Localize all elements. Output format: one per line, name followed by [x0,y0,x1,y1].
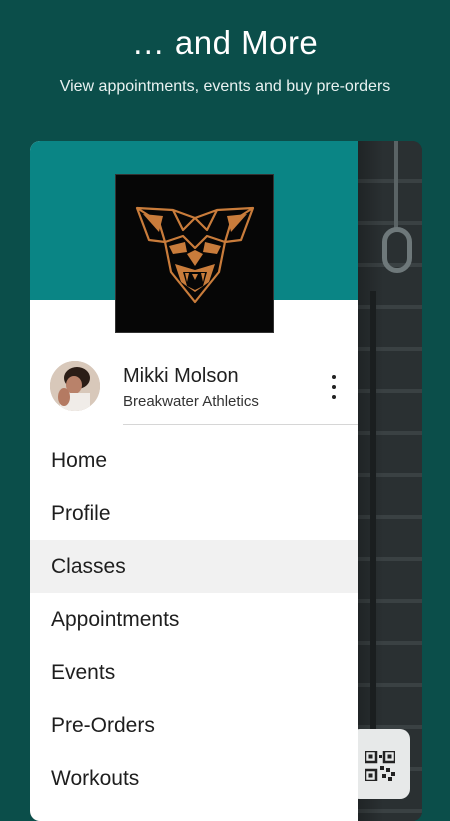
menu-item-profile[interactable]: Profile [30,487,358,540]
promo-subtitle: View appointments, events and buy pre-or… [59,78,391,95]
background-rope [394,141,398,231]
avatar [50,361,100,411]
user-gym-name: Breakwater Athletics [123,393,259,410]
menu-item-home[interactable]: Home [30,434,358,487]
phone-screen: Mikki Molson Breakwater Athletics Home P… [30,141,422,821]
menu-item-workouts[interactable]: Workouts [30,752,358,805]
gym-background-image [358,141,422,821]
drawer-menu: Home Profile Classes Appointments Events… [30,434,358,805]
more-vertical-icon[interactable] [324,375,344,399]
menu-item-events[interactable]: Events [30,646,358,699]
menu-item-pre-orders[interactable]: Pre-Orders [30,699,358,752]
background-post [370,291,376,761]
cougar-head-logo [135,206,254,303]
user-name: Mikki Molson [123,365,239,387]
qr-code-icon [365,751,395,781]
qr-code-button[interactable] [350,729,410,799]
background-gym-ring [382,227,412,273]
menu-item-classes[interactable]: Classes [30,540,358,593]
gym-logo [115,174,274,333]
navigation-drawer: Mikki Molson Breakwater Athletics Home P… [30,141,358,821]
divider [123,424,358,425]
menu-item-appointments[interactable]: Appointments [30,593,358,646]
promo-headline: … and More [131,24,319,61]
user-account-row[interactable]: Mikki Molson Breakwater Athletics [30,361,358,425]
